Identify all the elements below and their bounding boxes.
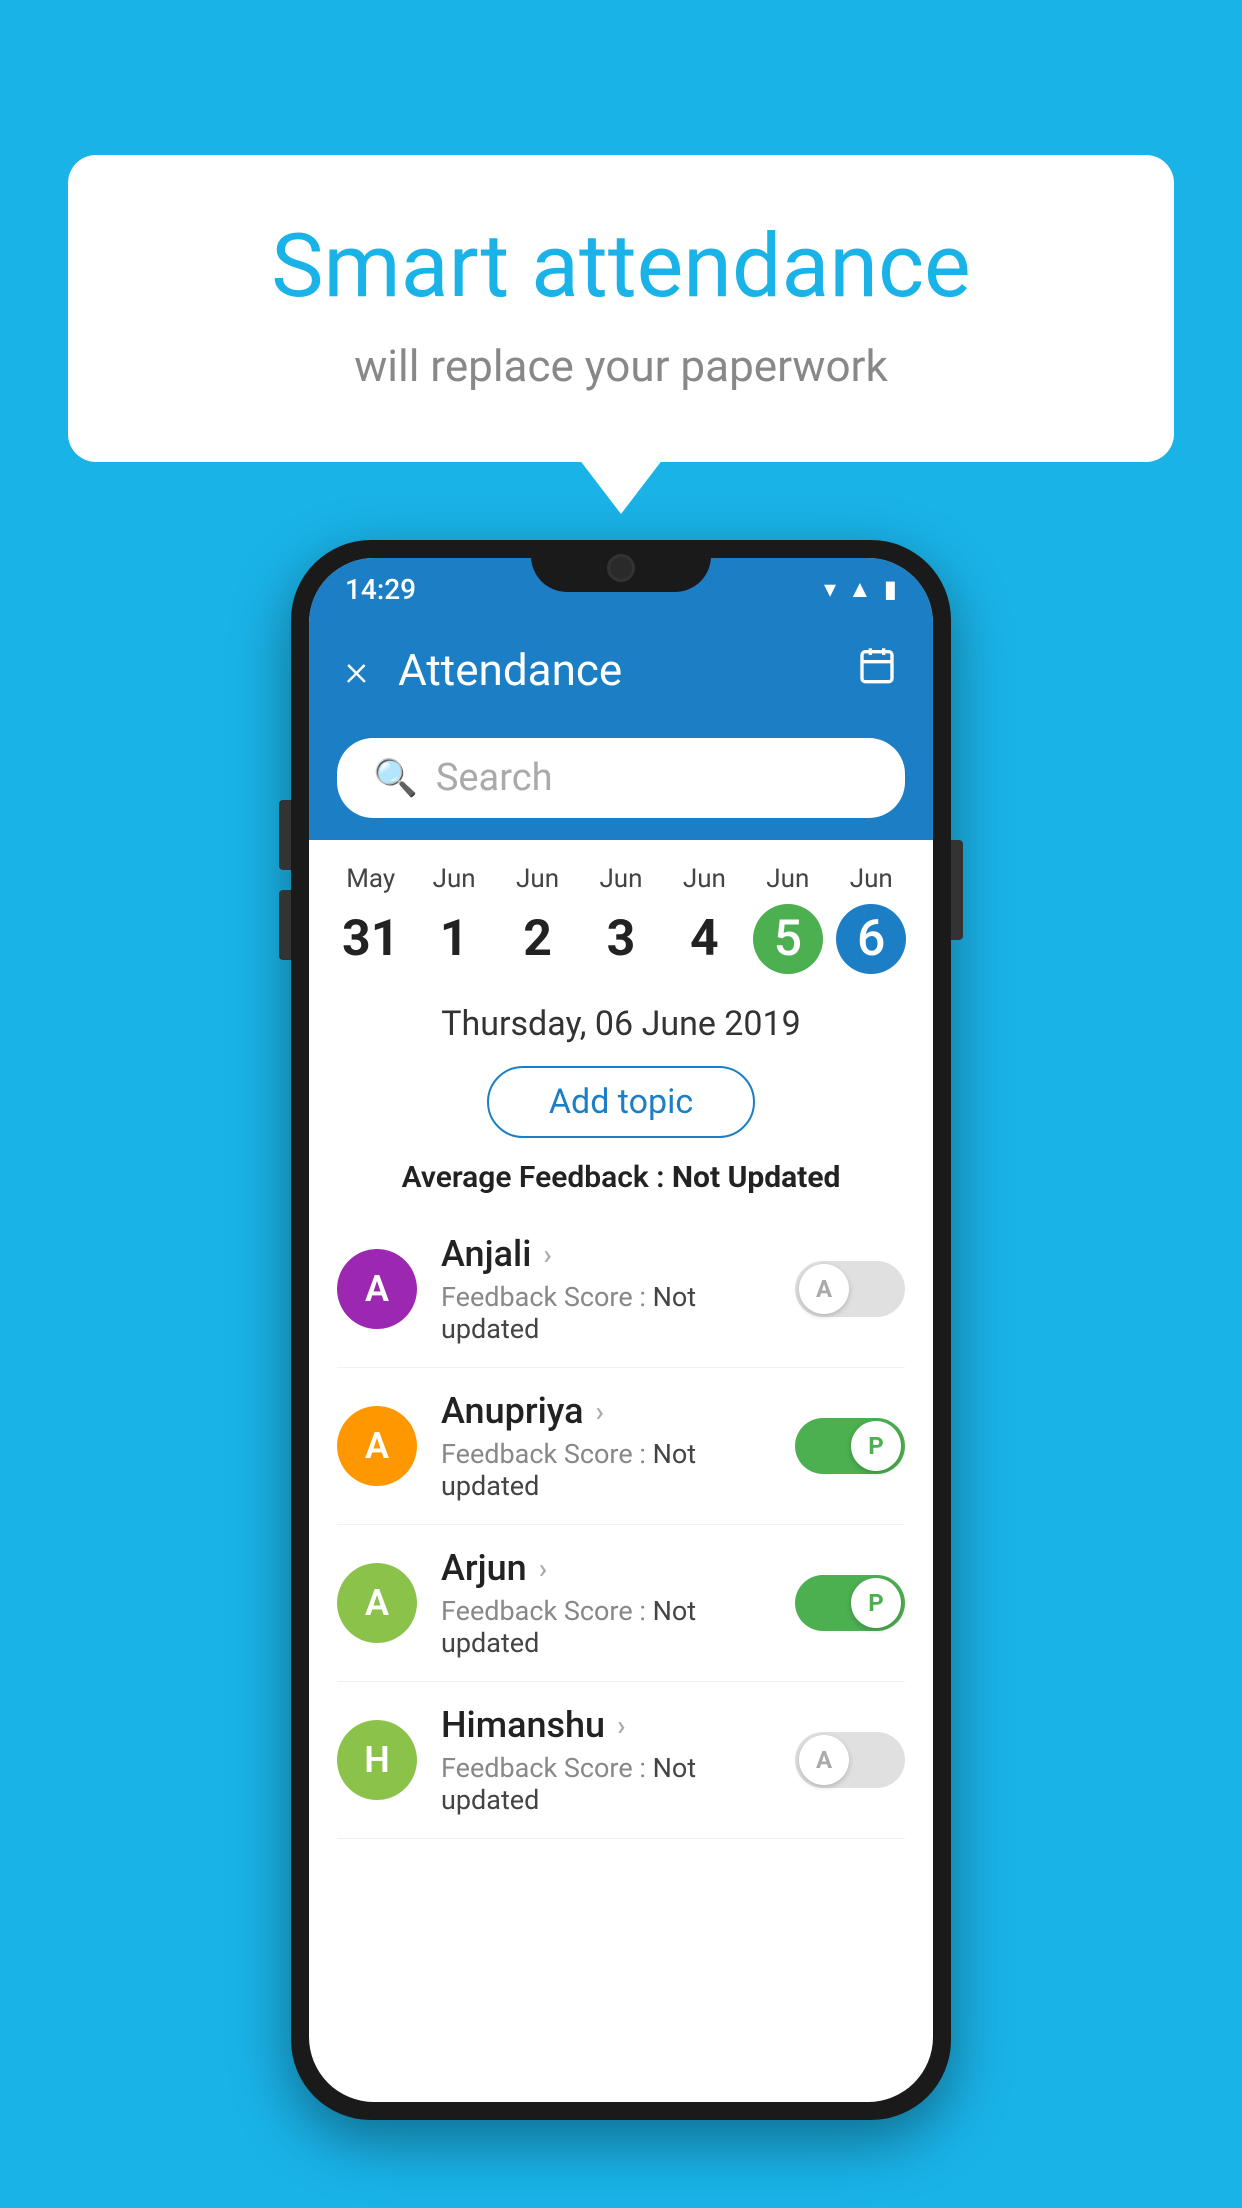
calendar-day[interactable]: Jun6 bbox=[830, 864, 913, 974]
chevron-right-icon: › bbox=[596, 1395, 604, 1428]
app-title: Attendance bbox=[398, 644, 827, 696]
student-feedback: Feedback Score : Not updated bbox=[441, 1438, 771, 1502]
avg-feedback-value: Not Updated bbox=[672, 1160, 841, 1195]
speech-bubble: Smart attendance will replace your paper… bbox=[68, 155, 1174, 462]
student-name: Himanshu › bbox=[441, 1704, 771, 1746]
close-button[interactable]: × bbox=[345, 644, 368, 696]
search-icon: 🔍 bbox=[373, 757, 418, 799]
student-name: Anjali › bbox=[441, 1233, 771, 1275]
selected-date-text: Thursday, 06 June 2019 bbox=[345, 1004, 897, 1044]
student-name: Arjun › bbox=[441, 1547, 771, 1589]
phone-screen: 14:29 ▾ ▲ ▮ × Attendance bbox=[309, 558, 933, 2102]
bubble-subtitle: will replace your paperwork bbox=[148, 340, 1094, 392]
signal-icon: ▲ bbox=[848, 575, 872, 604]
wifi-icon: ▾ bbox=[824, 575, 836, 603]
battery-icon: ▮ bbox=[884, 575, 897, 603]
list-item[interactable]: H Himanshu › Feedback Score : Not updated A bbox=[337, 1682, 905, 1839]
calendar-day[interactable]: Jun3 bbox=[579, 864, 662, 974]
calendar-day[interactable]: Jun1 bbox=[412, 864, 495, 974]
search-bar[interactable]: 🔍 Search bbox=[337, 738, 905, 818]
attendance-toggle[interactable]: A bbox=[795, 1732, 905, 1788]
list-item[interactable]: A Anupriya › Feedback Score : Not updated P bbox=[337, 1368, 905, 1525]
student-name: Anupriya › bbox=[441, 1390, 771, 1432]
status-time: 14:29 bbox=[345, 573, 416, 606]
avatar: A bbox=[337, 1563, 417, 1643]
search-placeholder: Search bbox=[436, 756, 553, 800]
calendar-day[interactable]: May31 bbox=[329, 864, 412, 974]
attendance-toggle[interactable]: P bbox=[795, 1575, 905, 1631]
selected-date-section: Thursday, 06 June 2019 Add topic Average… bbox=[309, 974, 933, 1195]
status-icons: ▾ ▲ ▮ bbox=[824, 575, 897, 604]
power-button bbox=[951, 840, 963, 940]
volume-down-button bbox=[279, 890, 291, 960]
chevron-right-icon: › bbox=[543, 1238, 551, 1271]
phone-notch bbox=[531, 540, 711, 592]
student-feedback: Feedback Score : Not updated bbox=[441, 1595, 771, 1659]
calendar-row: May31Jun1Jun2Jun3Jun4Jun5Jun6 bbox=[309, 840, 933, 974]
student-list: AAnjali ›Feedback Score : Not updatedAAA… bbox=[309, 1211, 933, 1839]
bubble-title: Smart attendance bbox=[148, 215, 1094, 318]
search-container: 🔍 Search bbox=[309, 720, 933, 840]
attendance-toggle[interactable]: P bbox=[795, 1418, 905, 1474]
speech-bubble-container: Smart attendance will replace your paper… bbox=[68, 155, 1174, 462]
avg-feedback-label: Average Feedback : bbox=[402, 1160, 672, 1195]
list-item[interactable]: A Arjun › Feedback Score : Not updated P bbox=[337, 1525, 905, 1682]
student-feedback: Feedback Score : Not updated bbox=[441, 1281, 771, 1345]
avatar: H bbox=[337, 1720, 417, 1800]
list-item[interactable]: A Anjali › Feedback Score : Not updated A bbox=[337, 1211, 905, 1368]
calendar-day[interactable]: Jun2 bbox=[496, 864, 579, 974]
chevron-right-icon: › bbox=[617, 1709, 625, 1742]
front-camera bbox=[607, 554, 635, 582]
avatar: A bbox=[337, 1249, 417, 1329]
volume-up-button bbox=[279, 800, 291, 870]
student-feedback: Feedback Score : Not updated bbox=[441, 1752, 771, 1816]
calendar-day[interactable]: Jun5 bbox=[746, 864, 829, 974]
phone-frame: 14:29 ▾ ▲ ▮ × Attendance bbox=[291, 540, 951, 2120]
attendance-toggle[interactable]: A bbox=[795, 1261, 905, 1317]
calendar-day[interactable]: Jun4 bbox=[663, 864, 746, 974]
chevron-right-icon: › bbox=[539, 1552, 547, 1585]
phone-container: 14:29 ▾ ▲ ▮ × Attendance bbox=[291, 540, 951, 2120]
add-topic-button[interactable]: Add topic bbox=[487, 1066, 755, 1138]
calendar-icon[interactable] bbox=[857, 645, 897, 695]
avg-feedback: Average Feedback : Not Updated bbox=[345, 1160, 897, 1195]
app-bar: × Attendance bbox=[309, 620, 933, 720]
avatar: A bbox=[337, 1406, 417, 1486]
